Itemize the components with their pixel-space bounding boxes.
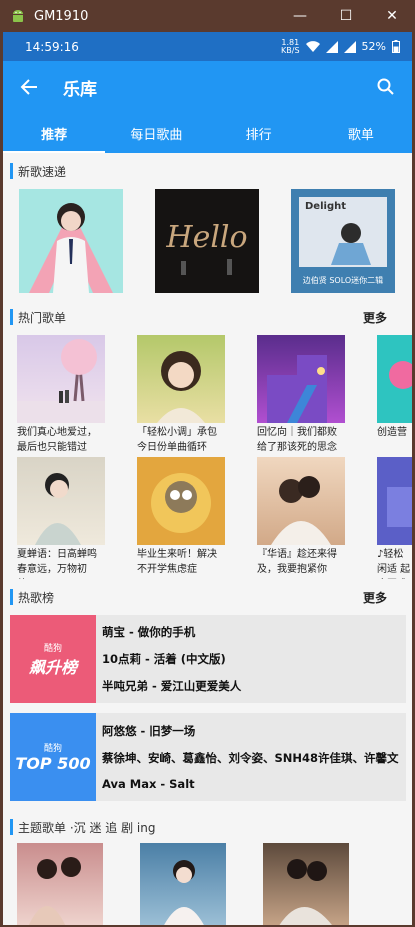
section-accent (10, 163, 13, 179)
cover-art: Hello (165, 220, 248, 275)
playlist-name: 『华语』趁还来得及，我要抱紧你 (257, 549, 337, 575)
brand-label: 酷狗 (43, 744, 62, 754)
charts-header: 热歌榜 更多 (3, 579, 412, 615)
chart-board-name: 飙升榜 (28, 657, 77, 677)
playlist-card[interactable]: 毕业生来听！解决不开学焦虑症 (137, 457, 225, 579)
playlist-card[interactable]: 夏蝉语：日高蝉鸣春意远，万物初壮… (17, 457, 105, 579)
theme-playlist-cover[interactable] (17, 843, 103, 925)
search-icon (377, 78, 394, 95)
playlist-card[interactable]: 我们真心地爱过，最后也只能错过 (17, 335, 105, 457)
new-songs-title: 新歌速递 (18, 164, 67, 179)
close-button[interactable]: ✕ (369, 0, 415, 32)
back-arrow-icon (20, 79, 37, 95)
tab-daily-songs[interactable]: 每日歌曲 (105, 113, 207, 153)
chart-board-badge: 酷狗 飙升榜 (10, 615, 96, 703)
playlist-name: 创造营 (377, 427, 407, 438)
chart-song: 萌宝 - 做你的手机 (102, 625, 196, 640)
chart-song: 半吨兄弟 - 爱江山更爱美人 (102, 678, 242, 693)
network-speed: 1.81 KB/S (281, 37, 300, 55)
hot-playlists-more-link[interactable]: 更多 (363, 309, 387, 326)
playlist-card[interactable]: 『华语』趁还来得及，我要抱紧你 (257, 457, 345, 579)
battery-icon (392, 40, 400, 53)
phone-screen: 14:59:16 1.81 KB/S 52% 乐库 推荐 每日歌曲 排行 歌单 … (3, 32, 412, 925)
battery-percent: 52% (361, 40, 386, 53)
theme-title: 主题歌单 ·沉 迷 追 剧 ing (18, 820, 156, 835)
playlist-name: ♪轻松闲适 起床困难 (377, 549, 411, 575)
chart-song: 蔡徐坤、安崎、葛鑫怡、刘令姿、SNH48许佳琪、许馨文 (102, 750, 399, 765)
playlist-cover (377, 457, 412, 545)
hot-playlists-title: 热门歌单 (18, 310, 67, 325)
playlist-cover (17, 335, 105, 423)
playlist-name: 我们真心地爱过，最后也只能错过 (17, 427, 97, 453)
android-icon (13, 10, 23, 22)
playlist-cover (17, 457, 105, 545)
wifi-icon (305, 40, 320, 52)
new-song-cover[interactable] (19, 189, 123, 293)
back-button[interactable] (3, 61, 55, 113)
chart-board-badge: 酷狗 TOP 500 (10, 713, 96, 801)
playlist-card[interactable]: ♪轻松闲适 起床困难 (377, 457, 412, 579)
section-accent (10, 589, 13, 605)
hot-playlists-header: 热门歌单 更多 (3, 299, 412, 335)
playlist-name: 回忆向｜我们都败给了那该死的思念 (257, 427, 337, 453)
cover-art (29, 203, 113, 293)
theme-playlist-cover[interactable] (140, 843, 226, 925)
new-songs-list: Hello Delight 边伯贤 SOLO迷你二辑 (3, 189, 412, 299)
status-time: 14:59:16 (25, 39, 79, 54)
search-button[interactable] (368, 69, 404, 105)
tab-bar: 推荐 每日歌曲 排行 歌单 (3, 113, 412, 153)
window-title-bar: GM1910 — ☐ ✕ (0, 0, 415, 32)
new-song-cover[interactable]: Delight 边伯贤 SOLO迷你二辑 (291, 189, 395, 293)
svg-text:Hello: Hello (165, 220, 247, 255)
new-song-cover[interactable]: Hello (155, 189, 259, 293)
emulator-window: GM1910 — ☐ ✕ 14:59:16 1.81 KB/S 52% 乐库 推… (0, 0, 415, 927)
status-bar: 14:59:16 1.81 KB/S 52% (3, 32, 412, 61)
window-title: GM1910 (34, 8, 89, 24)
tab-recommend[interactable]: 推荐 (3, 113, 106, 153)
playlist-card[interactable]: 创造营 (377, 335, 412, 457)
playlist-cover (377, 335, 412, 423)
theme-header: 主题歌单 ·沉 迷 追 剧 ing (3, 811, 412, 843)
svg-text:边伯贤 SOLO迷你二辑: 边伯贤 SOLO迷你二辑 (303, 275, 383, 285)
signal-icon (325, 40, 338, 53)
section-accent (10, 819, 13, 835)
chart-song: 阿悠悠 - 旧梦一场 (102, 723, 196, 738)
tab-playlists[interactable]: 歌单 (310, 113, 412, 153)
app-bar: 乐库 (3, 61, 412, 113)
playlist-card[interactable]: 回忆向｜我们都败给了那该死的思念 (257, 335, 345, 457)
playlist-name: 夏蝉语：日高蝉鸣春意远，万物初壮… (17, 549, 97, 575)
playlist-cover (137, 457, 225, 545)
chart-song: 10点莉 - 活着 (中文版) (102, 651, 226, 666)
playlist-cover (257, 335, 345, 423)
minimize-button[interactable]: — (277, 0, 323, 32)
chart-board[interactable]: 酷狗 TOP 500 阿悠悠 - 旧梦一场 蔡徐坤、安崎、葛鑫怡、刘令姿、SNH… (10, 713, 406, 801)
playlist-cover (137, 335, 225, 423)
playlist-name: 「轻松小调」承包今日份单曲循环 (137, 427, 217, 453)
playlist-name: 毕业生来听！解决不开学焦虑症 (137, 549, 217, 575)
brand-label: 酷狗 (43, 643, 62, 654)
charts-title: 热歌榜 (18, 590, 55, 605)
page-title: 乐库 (63, 79, 97, 100)
svg-text:Delight: Delight (305, 201, 346, 212)
chart-song: Ava Max - Salt (102, 777, 195, 792)
playlist-cover (257, 457, 345, 545)
section-accent (10, 309, 13, 325)
maximize-button[interactable]: ☐ (323, 0, 369, 32)
chart-board-name: TOP 500 (15, 754, 91, 773)
theme-playlist-row (3, 843, 412, 925)
signal-icon-2 (343, 40, 356, 53)
playlist-card[interactable]: 「轻松小调」承包今日份单曲循环 (137, 335, 225, 457)
playlist-row: 夏蝉语：日高蝉鸣春意远，万物初壮… 毕业生来听！解决不开学焦虑症 『华语』趁还来… (3, 457, 412, 579)
tab-ranking[interactable]: 排行 (208, 113, 310, 153)
new-songs-header: 新歌速递 (3, 153, 412, 189)
cover-art: Delight 边伯贤 SOLO迷你二辑 (299, 197, 387, 285)
playlist-row: 我们真心地爱过，最后也只能错过 「轻松小调」承包今日份单曲循环 回忆向｜我们都败… (3, 335, 412, 457)
chart-board[interactable]: 酷狗 飙升榜 萌宝 - 做你的手机 10点莉 - 活着 (中文版) 半吨兄弟 -… (10, 615, 406, 703)
charts-more-link[interactable]: 更多 (363, 589, 387, 606)
theme-playlist-cover[interactable] (263, 843, 349, 925)
